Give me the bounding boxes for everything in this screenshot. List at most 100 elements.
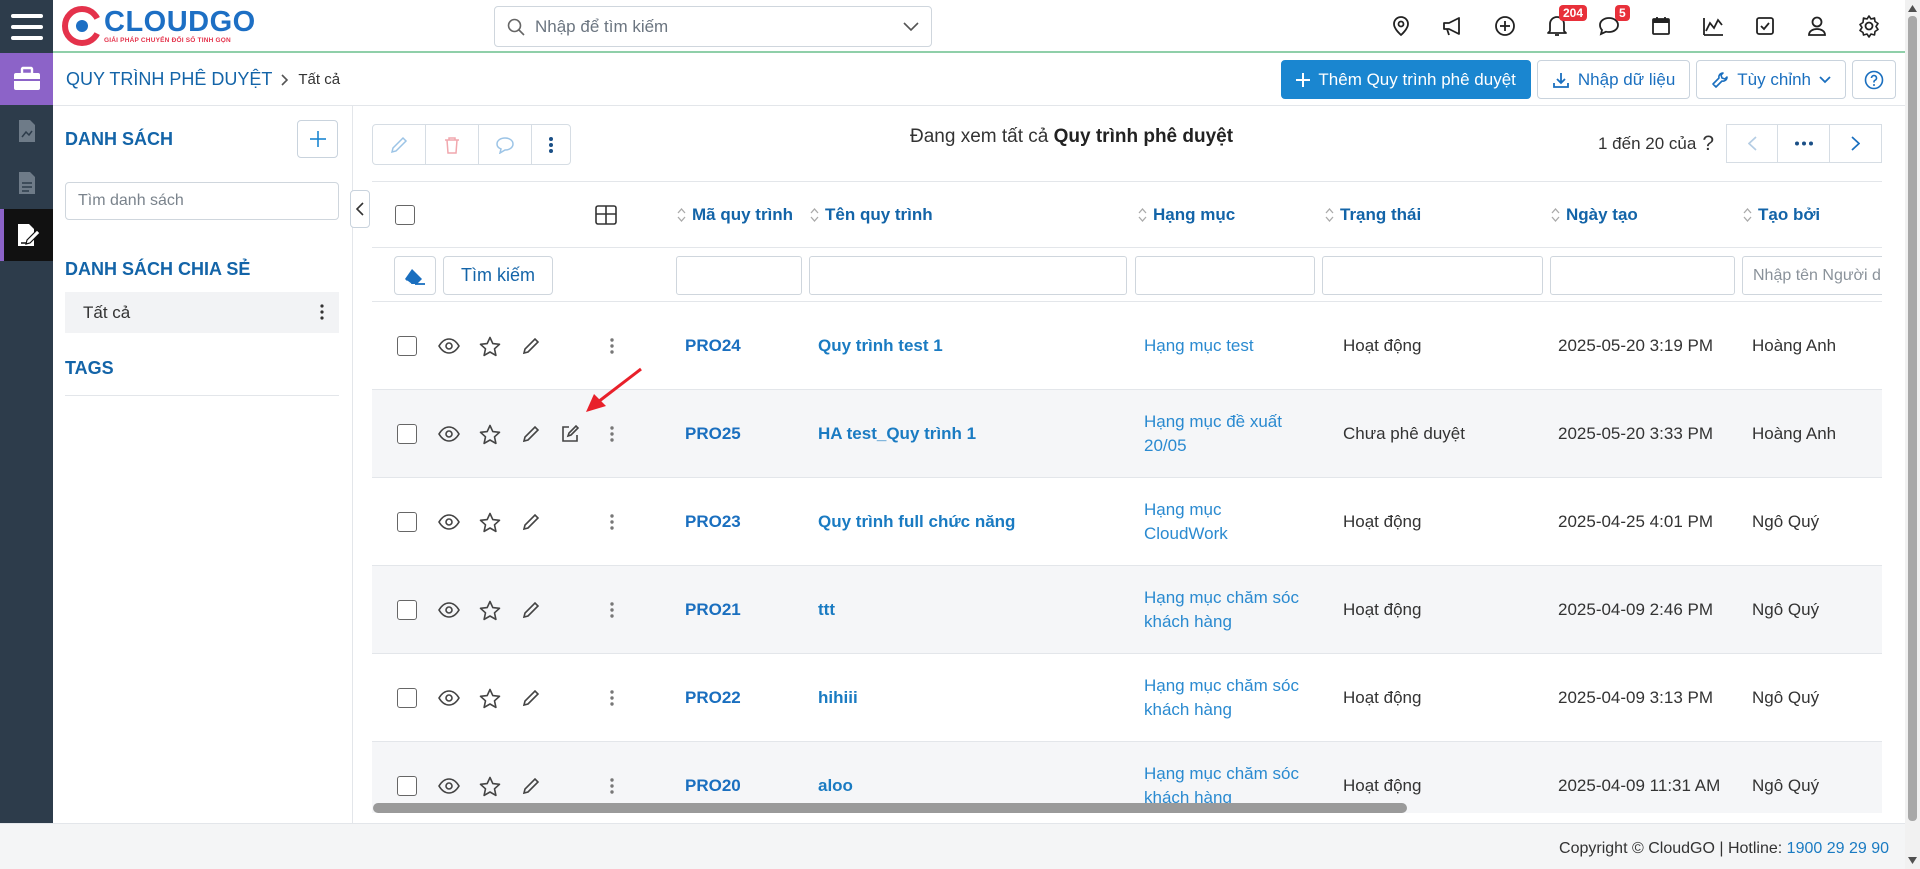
star-icon[interactable]	[479, 478, 501, 566]
horizontal-scrollbar[interactable]	[373, 803, 1407, 813]
calendar-icon[interactable]	[1635, 0, 1687, 52]
list-search-input[interactable]: Tìm danh sách	[65, 182, 339, 220]
plus-circle-icon[interactable]	[1479, 0, 1531, 52]
view-icon[interactable]	[438, 390, 460, 478]
view-icon[interactable]	[438, 478, 460, 566]
location-icon[interactable]	[1375, 0, 1427, 52]
document-text-icon[interactable]	[0, 157, 53, 209]
mass-delete-button[interactable]	[426, 125, 479, 164]
process-category[interactable]: Hạng mục chăm sóc khách hàng	[1144, 566, 1314, 654]
row-more-icon[interactable]	[609, 566, 615, 654]
page-jump-button[interactable]	[1778, 124, 1830, 163]
pencil-icon[interactable]	[522, 390, 540, 478]
process-code[interactable]: PRO23	[685, 478, 741, 566]
code-filter-input[interactable]	[676, 256, 802, 295]
row-checkbox[interactable]	[397, 566, 417, 654]
created-filter-input[interactable]	[1550, 256, 1735, 295]
status-filter-input[interactable]	[1322, 256, 1543, 295]
row-more-icon[interactable]	[609, 654, 615, 742]
star-icon[interactable]	[479, 566, 501, 654]
filter-search-button[interactable]: Tìm kiếm	[443, 256, 553, 295]
footer-hotline-number[interactable]: 1900 29 29 90	[1787, 840, 1889, 857]
creator-filter-input[interactable]: Nhập tên Người dùng	[1742, 256, 1882, 295]
import-data-button[interactable]: Nhập dữ liệu	[1536, 60, 1691, 99]
table-row[interactable]: PRO22 hihiii Hạng mục chăm sóc khách hàng Ho…	[372, 654, 1882, 742]
user-icon[interactable]	[1791, 0, 1843, 52]
mass-edit-button[interactable]	[373, 125, 426, 164]
view-icon[interactable]	[438, 302, 460, 390]
gear-icon[interactable]	[1843, 0, 1895, 52]
checkbox-icon[interactable]	[1739, 0, 1791, 52]
scroll-down-icon[interactable]	[1905, 853, 1920, 867]
breadcrumb-module[interactable]: QUY TRÌNH PHÊ DUYỆT	[66, 69, 272, 90]
pencil-icon[interactable]	[522, 302, 540, 390]
logo[interactable]: CLOUDGO GIẢI PHÁP CHUYỂN ĐỔI SỐ TINH GỌN	[62, 0, 256, 52]
column-header-creator[interactable]: Tạo bởi	[1743, 182, 1820, 248]
column-layout-icon[interactable]	[595, 182, 617, 248]
chart-icon[interactable]	[1687, 0, 1739, 52]
briefcase-icon[interactable]	[0, 53, 53, 105]
process-name[interactable]: ttt	[818, 566, 835, 654]
global-search-input[interactable]: Nhập để tìm kiếm	[494, 6, 932, 47]
star-icon[interactable]	[479, 302, 501, 390]
row-checkbox[interactable]	[397, 654, 417, 742]
column-header-created[interactable]: Ngày tạo	[1551, 182, 1638, 248]
document-sign-icon[interactable]	[0, 209, 53, 261]
process-code[interactable]: PRO21	[685, 566, 741, 654]
chevron-right-icon	[281, 73, 289, 86]
row-checkbox[interactable]	[397, 302, 417, 390]
add-list-button[interactable]	[297, 120, 338, 158]
next-page-button[interactable]	[1830, 124, 1882, 163]
row-checkbox[interactable]	[397, 390, 417, 478]
table-row[interactable]: PRO21 ttt Hạng mục chăm sóc khách hàng Hoạt …	[372, 566, 1882, 654]
add-approval-process-button[interactable]: Thêm Quy trình phê duyệt	[1281, 60, 1531, 99]
more-vertical-icon[interactable]	[319, 302, 325, 322]
star-icon[interactable]	[479, 390, 501, 478]
pager-total[interactable]: ?	[1702, 132, 1714, 156]
bell-icon[interactable]: 204	[1531, 0, 1588, 52]
process-name[interactable]: Quy trình full chức năng	[818, 478, 1015, 566]
more-actions-button[interactable]	[532, 125, 570, 164]
name-filter-input[interactable]	[809, 256, 1127, 295]
process-category[interactable]: Hạng mục chăm sóc khách hàng	[1144, 654, 1314, 742]
pencil-icon[interactable]	[522, 654, 540, 742]
process-name[interactable]: HA test_Quy trình 1	[818, 390, 976, 478]
pencil-icon[interactable]	[522, 478, 540, 566]
mass-comment-button[interactable]	[479, 125, 532, 164]
process-name[interactable]: Quy trình test 1	[818, 302, 943, 390]
process-code[interactable]: PRO22	[685, 654, 741, 742]
row-more-icon[interactable]	[609, 478, 615, 566]
help-button[interactable]	[1852, 60, 1896, 99]
view-icon[interactable]	[438, 654, 460, 742]
chat-icon[interactable]: 5	[1583, 0, 1635, 52]
menu-icon[interactable]	[0, 0, 53, 53]
process-category[interactable]: Hạng mục đề xuất 20/05	[1144, 390, 1314, 478]
column-header-status[interactable]: Trạng thái	[1325, 182, 1421, 248]
clear-filter-button[interactable]	[394, 256, 436, 295]
chevron-down-icon[interactable]	[903, 21, 919, 32]
document-image-icon[interactable]	[0, 105, 53, 157]
vertical-scrollbar-thumb[interactable]	[1908, 16, 1917, 821]
column-header-name[interactable]: Tên quy trình	[810, 182, 933, 248]
select-all-checkbox[interactable]	[395, 182, 415, 248]
customize-dropdown[interactable]: Tùy chỉnh	[1696, 60, 1846, 99]
scroll-up-icon[interactable]	[1905, 2, 1920, 16]
prev-page-button[interactable]	[1726, 124, 1778, 163]
process-code[interactable]: PRO25	[685, 390, 741, 478]
process-name[interactable]: hihiii	[818, 654, 858, 742]
column-header-category[interactable]: Hạng mục	[1138, 182, 1235, 248]
process-code[interactable]: PRO24	[685, 302, 741, 390]
megaphone-icon[interactable]	[1427, 0, 1479, 52]
column-header-code[interactable]: Mã quy trình	[677, 182, 793, 248]
pencil-icon[interactable]	[522, 566, 540, 654]
quick-edit-icon[interactable]	[560, 390, 580, 478]
table-row[interactable]: PRO23 Quy trình full chức năng Hạng mục Clo…	[372, 478, 1882, 566]
process-category[interactable]: Hạng mục CloudWork	[1144, 478, 1314, 566]
collapse-sidebar-button[interactable]	[350, 190, 370, 228]
row-checkbox[interactable]	[397, 478, 417, 566]
sidebar-item-all[interactable]: Tất cả	[65, 292, 339, 333]
view-icon[interactable]	[438, 566, 460, 654]
process-category[interactable]: Hạng mục test	[1144, 302, 1314, 390]
category-filter-input[interactable]	[1135, 256, 1315, 295]
star-icon[interactable]	[479, 654, 501, 742]
